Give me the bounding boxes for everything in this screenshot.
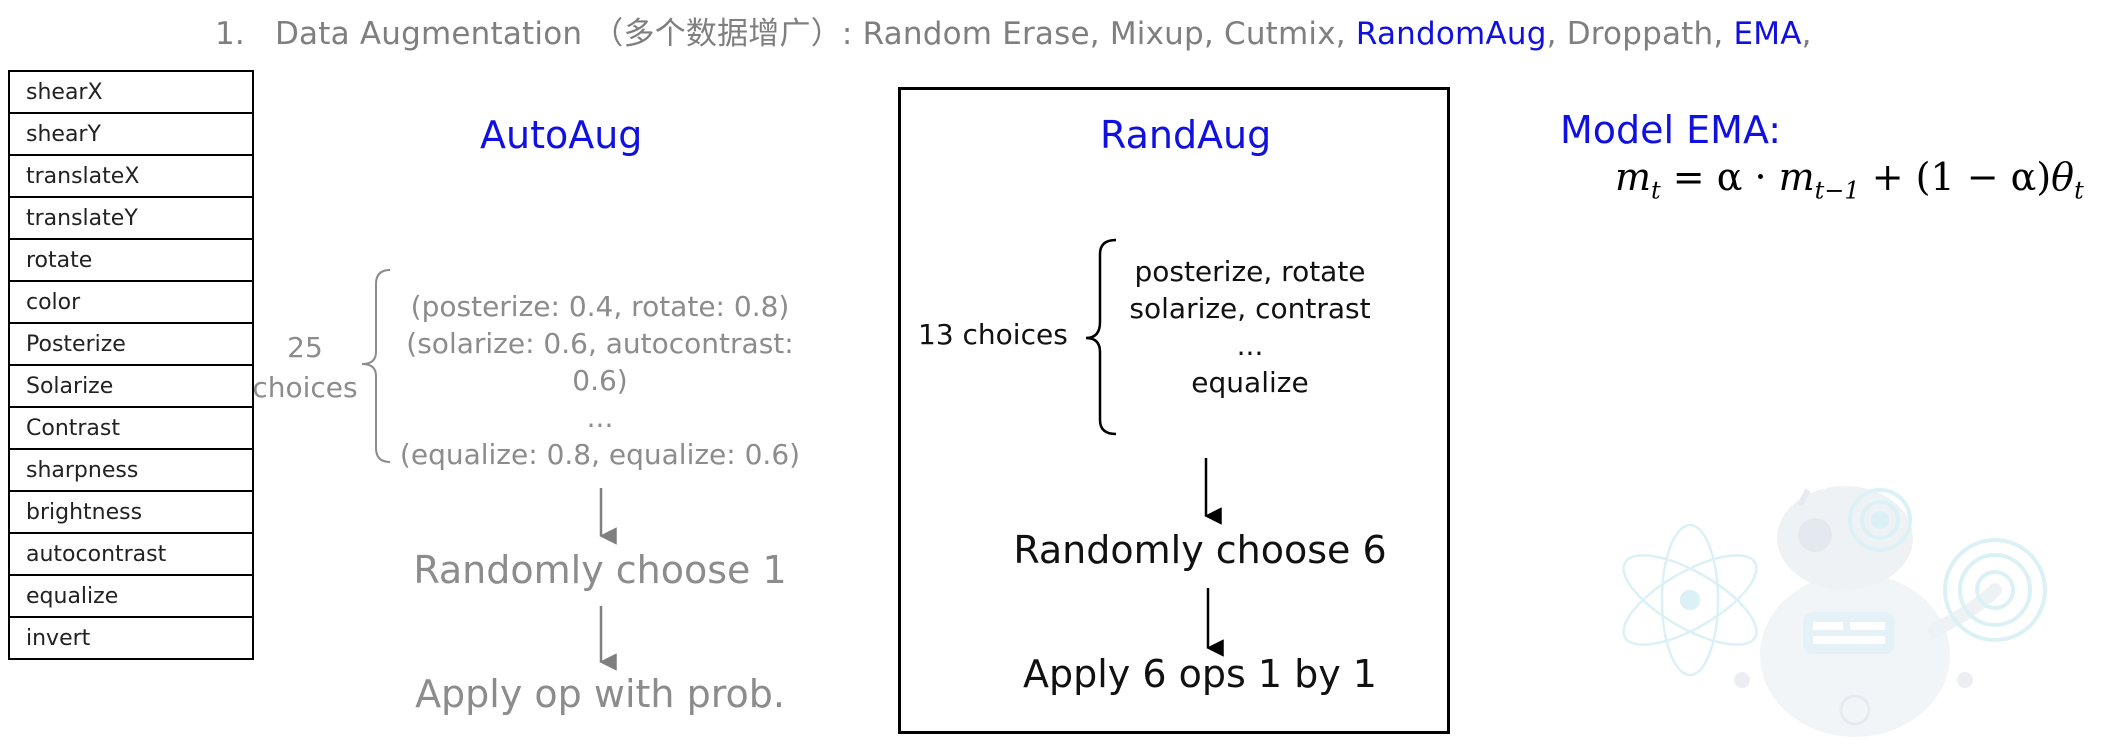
randaug-brace xyxy=(1085,238,1117,436)
robot-head xyxy=(1777,486,1913,590)
robot-body xyxy=(1760,573,1950,737)
autoaug-brace xyxy=(361,269,391,463)
diagram-overlay xyxy=(361,238,2047,737)
robot-illustration xyxy=(1622,486,2047,737)
atom-icon xyxy=(1622,523,1758,677)
robot-screen xyxy=(1803,612,1895,654)
